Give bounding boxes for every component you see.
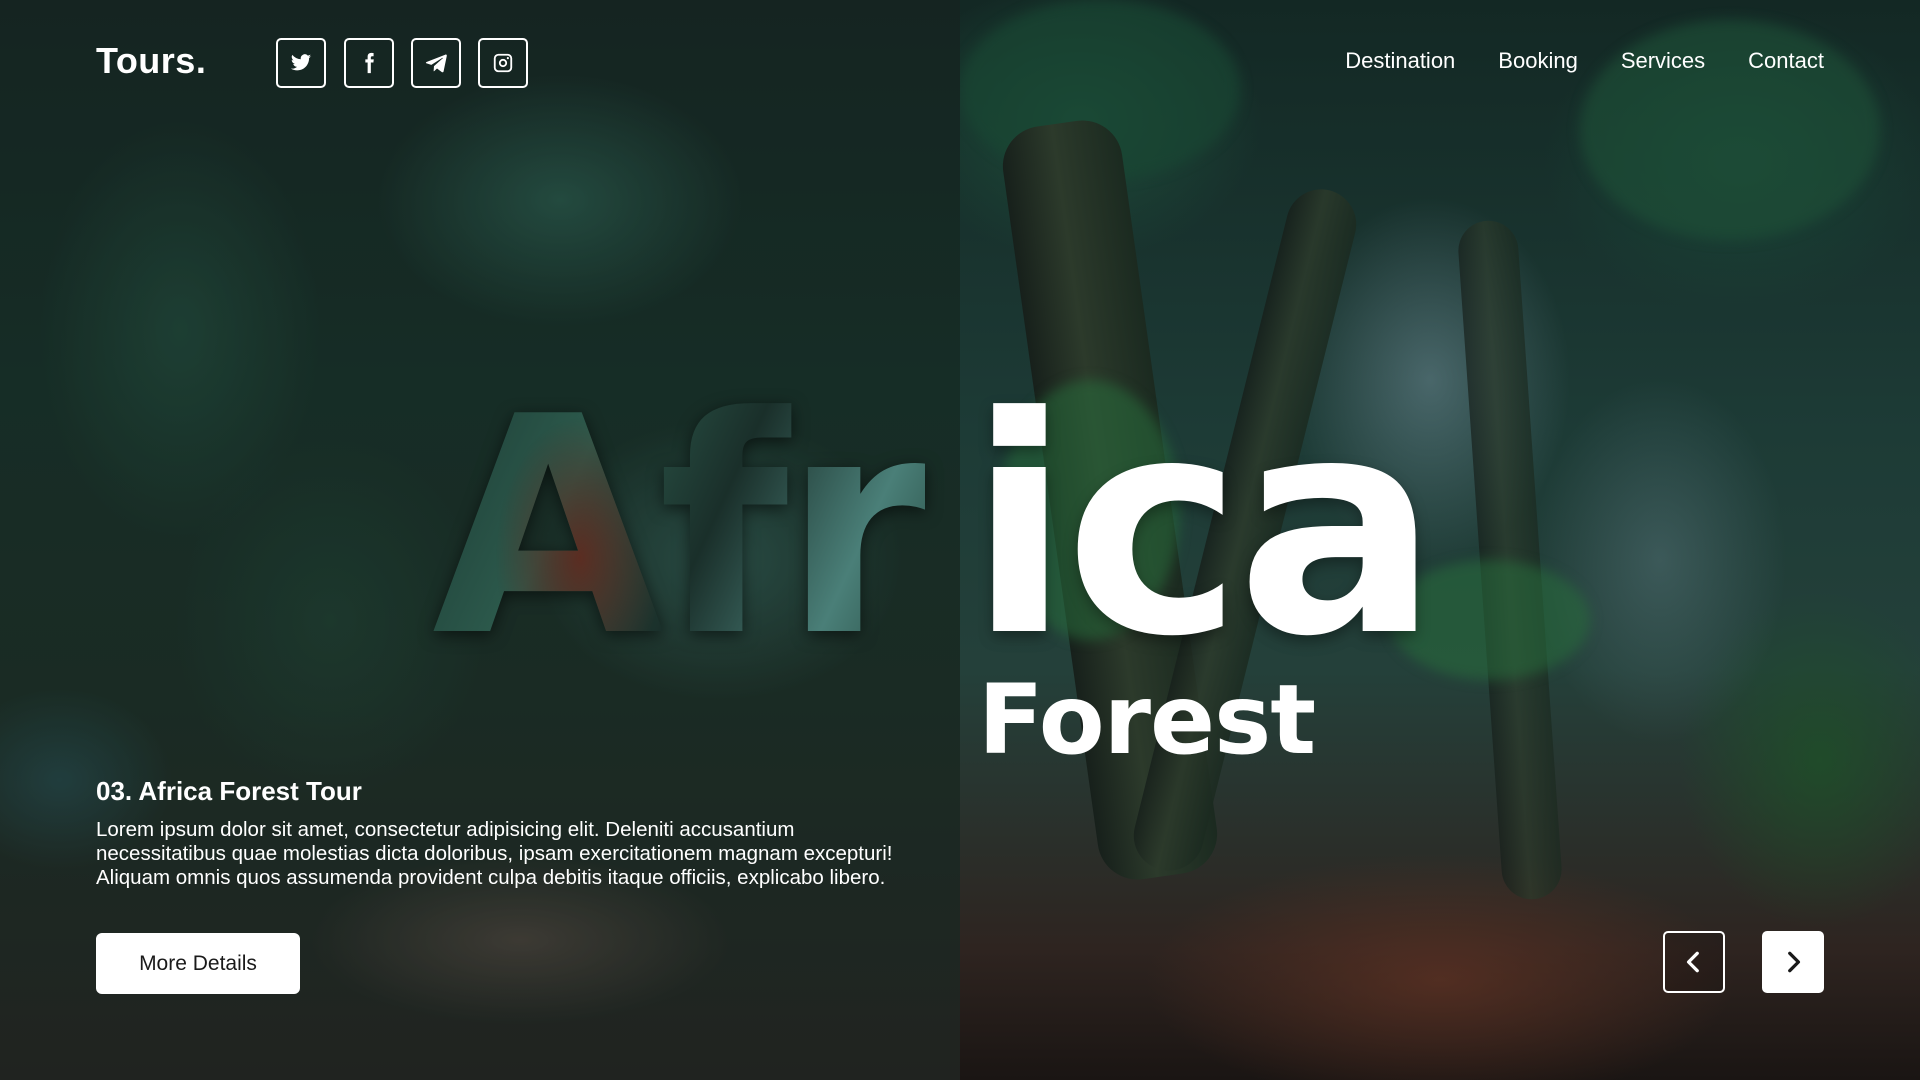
tour-heading: 03. Africa Forest Tour <box>96 776 362 806</box>
next-slide-button[interactable] <box>1762 931 1824 993</box>
logo[interactable]: Tours. <box>96 40 206 82</box>
chevron-left-icon <box>1686 951 1699 973</box>
twitter-icon[interactable] <box>276 38 326 88</box>
nav-contact[interactable]: Contact <box>1748 48 1824 74</box>
nav-destination[interactable]: Destination <box>1345 48 1455 74</box>
prev-slide-button[interactable] <box>1663 931 1725 993</box>
chevron-right-icon <box>1788 951 1801 973</box>
hero-subtitle: Forest <box>978 664 1316 776</box>
instagram-icon[interactable] <box>478 38 528 88</box>
nav-booking[interactable]: Booking <box>1498 48 1578 74</box>
tour-description: Lorem ipsum dolor sit amet, consectetur … <box>96 818 893 889</box>
facebook-icon[interactable] <box>344 38 394 88</box>
main-nav: Destination Booking Services Contact <box>1345 48 1824 74</box>
more-details-button[interactable]: More Details <box>96 933 300 994</box>
telegram-icon[interactable] <box>411 38 461 88</box>
nav-services[interactable]: Services <box>1621 48 1705 74</box>
hero-title-right: ica <box>968 353 1439 702</box>
hero-title-left: Afr <box>432 353 925 702</box>
